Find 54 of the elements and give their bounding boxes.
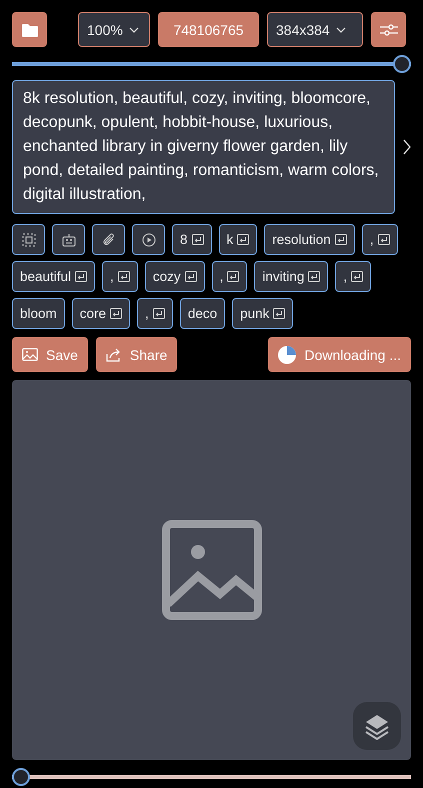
slider-thumb[interactable] <box>12 768 30 786</box>
size-dropdown[interactable]: 384x384 <box>267 12 363 47</box>
robot-token[interactable] <box>52 224 85 255</box>
play-token[interactable] <box>132 224 165 255</box>
chevron-down-icon <box>336 26 346 32</box>
token-chip[interactable]: , <box>362 224 398 255</box>
chevron-right-icon[interactable] <box>403 139 411 155</box>
enter-key-icon <box>110 308 122 319</box>
settings-button[interactable] <box>371 12 406 47</box>
layers-button[interactable] <box>353 702 401 750</box>
enter-key-icon <box>351 271 364 282</box>
enter-key-icon <box>273 308 286 319</box>
enter-key-icon <box>118 271 130 282</box>
clip-token[interactable] <box>92 224 125 255</box>
token-chip[interactable]: resolution <box>264 224 355 255</box>
token-chip[interactable]: , <box>335 261 372 292</box>
zoom-dropdown[interactable]: 100% <box>78 12 150 47</box>
token-chip[interactable]: deco <box>180 298 226 329</box>
token-chip[interactable]: , <box>137 298 173 329</box>
enter-key-icon <box>237 234 250 245</box>
enter-key-icon <box>152 308 165 319</box>
token-chip[interactable]: core <box>72 298 130 329</box>
token-chip[interactable]: , <box>102 261 138 292</box>
enter-key-icon <box>334 234 347 245</box>
token-chip[interactable]: bloom <box>12 298 65 329</box>
token-chip[interactable]: inviting <box>254 261 328 292</box>
sliders-icon <box>380 22 398 36</box>
enter-key-icon <box>184 271 197 282</box>
image-icon <box>162 520 262 620</box>
share-icon <box>106 348 122 362</box>
prompt-field[interactable]: 8k resolution, beautiful, cozy, inviting, bloomcore, decopunk, opulent, hobbit-house, luxurious, enchanted library in giverny flower garden, lily pond, detailed painting, romanticism, warm colors, digital illustration, <box>12 80 396 214</box>
robot-icon <box>62 232 76 246</box>
token-chip[interactable]: k <box>218 224 258 255</box>
play-icon <box>142 232 156 246</box>
progress-pie-icon <box>278 346 296 364</box>
enter-key-icon <box>192 234 204 245</box>
folder-icon <box>22 22 38 36</box>
folder-button[interactable] <box>12 12 47 47</box>
token-chip[interactable]: cozy <box>144 261 205 292</box>
image-icon <box>22 348 38 361</box>
token-chip[interactable]: 8 <box>172 224 212 255</box>
enter-key-icon <box>378 234 390 245</box>
enter-key-icon <box>227 271 240 282</box>
slider-thumb[interactable] <box>393 55 411 73</box>
select-token[interactable] <box>12 224 45 255</box>
chevron-down-icon <box>128 26 139 32</box>
paperclip-icon <box>102 232 116 246</box>
token-chip[interactable]: punk <box>232 298 294 329</box>
enter-key-icon <box>308 271 320 282</box>
layers-icon <box>363 712 391 740</box>
token-chip[interactable]: , <box>212 261 248 292</box>
enter-key-icon <box>75 271 88 282</box>
select-icon <box>22 232 36 246</box>
token-chip[interactable]: beautiful <box>12 261 96 292</box>
